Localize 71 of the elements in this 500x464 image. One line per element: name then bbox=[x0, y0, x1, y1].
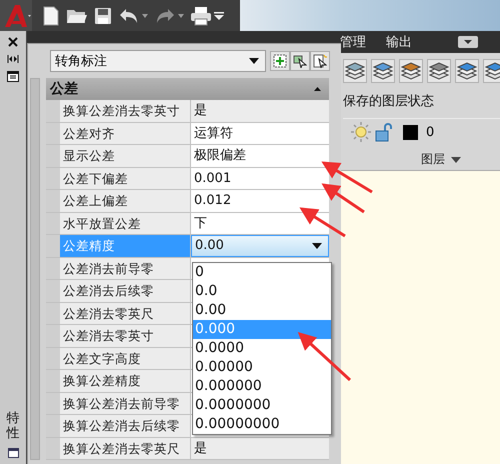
properties-icon[interactable] bbox=[7, 71, 19, 82]
quick-select-button[interactable] bbox=[310, 51, 330, 71]
property-value[interactable]: 下 bbox=[191, 212, 329, 234]
dropdown-option[interactable]: 0.0000000 bbox=[193, 396, 331, 415]
toggle-pickadd-button[interactable] bbox=[270, 51, 290, 71]
property-value[interactable]: 是 bbox=[191, 100, 329, 122]
scrollbar[interactable] bbox=[30, 78, 40, 460]
collapse-caret-icon[interactable] bbox=[314, 87, 321, 91]
property-label[interactable]: 换算公差消去零英寸 bbox=[60, 100, 191, 122]
property-label[interactable]: 换算公差精度 bbox=[60, 370, 191, 392]
property-value[interactable]: 是 bbox=[191, 438, 329, 459]
property-label[interactable]: 公差文字高度 bbox=[60, 348, 191, 369]
property-label[interactable]: 显示公差 bbox=[60, 145, 191, 166]
layer-tool-icon[interactable] bbox=[483, 59, 500, 83]
close-icon[interactable] bbox=[8, 37, 18, 47]
layer-tool-icon[interactable] bbox=[343, 59, 367, 83]
layer-tool-icon[interactable] bbox=[455, 59, 479, 83]
property-label[interactable]: 公差上偏差 bbox=[60, 190, 191, 212]
undo-icon[interactable] bbox=[118, 6, 140, 24]
panel-title[interactable]: 图层 bbox=[421, 151, 445, 168]
redo-icon[interactable] bbox=[154, 6, 176, 24]
property-label[interactable]: 公差消去零英尺 bbox=[60, 302, 191, 324]
properties-icon[interactable] bbox=[8, 448, 18, 458]
property-label[interactable]: 公差消去前导零 bbox=[60, 258, 191, 279]
ribbon-tab[interactable]: 输出 bbox=[376, 31, 422, 53]
dropdown-option[interactable]: 0.000000 bbox=[193, 377, 331, 396]
caret-icon[interactable] bbox=[451, 156, 461, 162]
annotation-arrow bbox=[321, 161, 373, 194]
dropdown-option[interactable]: 0.0000 bbox=[193, 339, 331, 358]
caret-icon[interactable] bbox=[249, 58, 259, 64]
print-icon[interactable] bbox=[190, 6, 212, 26]
annotation-arrow bbox=[322, 183, 365, 214]
property-value[interactable]: 0.012 bbox=[191, 190, 329, 212]
property-label[interactable]: 换算公差消去后续零 bbox=[60, 415, 191, 436]
annotation-arrow bbox=[299, 207, 346, 238]
layer-tool-icon[interactable] bbox=[427, 59, 451, 83]
palette-title: 特性 bbox=[6, 412, 20, 441]
dropdown-option[interactable]: 0.0 bbox=[193, 282, 331, 301]
object-type-dropdown[interactable]: 转角标注 bbox=[50, 50, 266, 72]
layer-tool-icon[interactable] bbox=[371, 59, 395, 83]
select-objects-button[interactable] bbox=[290, 51, 310, 71]
layer-name: 0 bbox=[426, 124, 434, 140]
property-value[interactable]: 极限偏差 bbox=[191, 145, 329, 166]
property-value[interactable]: 运算符 bbox=[191, 122, 329, 144]
dropdown-option[interactable]: 0.00000000 bbox=[193, 415, 331, 434]
layer-tool-icon[interactable] bbox=[399, 59, 423, 83]
panel-menu-button[interactable] bbox=[458, 36, 478, 48]
property-value-dropdown[interactable]: 0.00 bbox=[191, 235, 329, 256]
property-label[interactable]: 公差对齐 bbox=[60, 122, 191, 144]
property-label[interactable]: 水平放置公差 bbox=[60, 212, 191, 234]
section-title: 公差 bbox=[50, 80, 78, 98]
layer-state-label: 保存的图层状态 bbox=[343, 93, 435, 111]
dropdown-option[interactable]: 0 bbox=[193, 263, 331, 282]
section-header[interactable]: 公差 bbox=[46, 78, 329, 100]
property-label[interactable]: 换算公差消去前导零 bbox=[60, 392, 191, 414]
dropdown-option[interactable]: 0.00 bbox=[193, 301, 331, 320]
new-file-icon[interactable] bbox=[42, 6, 60, 26]
property-value[interactable]: 0.001 bbox=[191, 168, 329, 189]
ribbon-tab[interactable]: 管理 bbox=[330, 31, 376, 53]
dropdown-option[interactable]: 0.00000 bbox=[193, 358, 331, 377]
save-icon[interactable] bbox=[94, 6, 112, 24]
dropdown-caret-icon[interactable] bbox=[214, 12, 224, 20]
property-label[interactable]: 公差消去后续零 bbox=[60, 280, 191, 302]
resize-icon[interactable] bbox=[7, 54, 19, 64]
caret-icon[interactable] bbox=[312, 242, 322, 249]
property-label[interactable]: 换算公差消去零英尺 bbox=[60, 438, 191, 459]
color-swatch[interactable] bbox=[403, 124, 418, 140]
annotation-arrow bbox=[298, 332, 352, 382]
property-label[interactable]: 公差下偏差 bbox=[60, 168, 191, 189]
unlocked-padlock-icon[interactable] bbox=[375, 122, 395, 142]
property-label[interactable]: 公差消去零英寸 bbox=[60, 325, 191, 346]
